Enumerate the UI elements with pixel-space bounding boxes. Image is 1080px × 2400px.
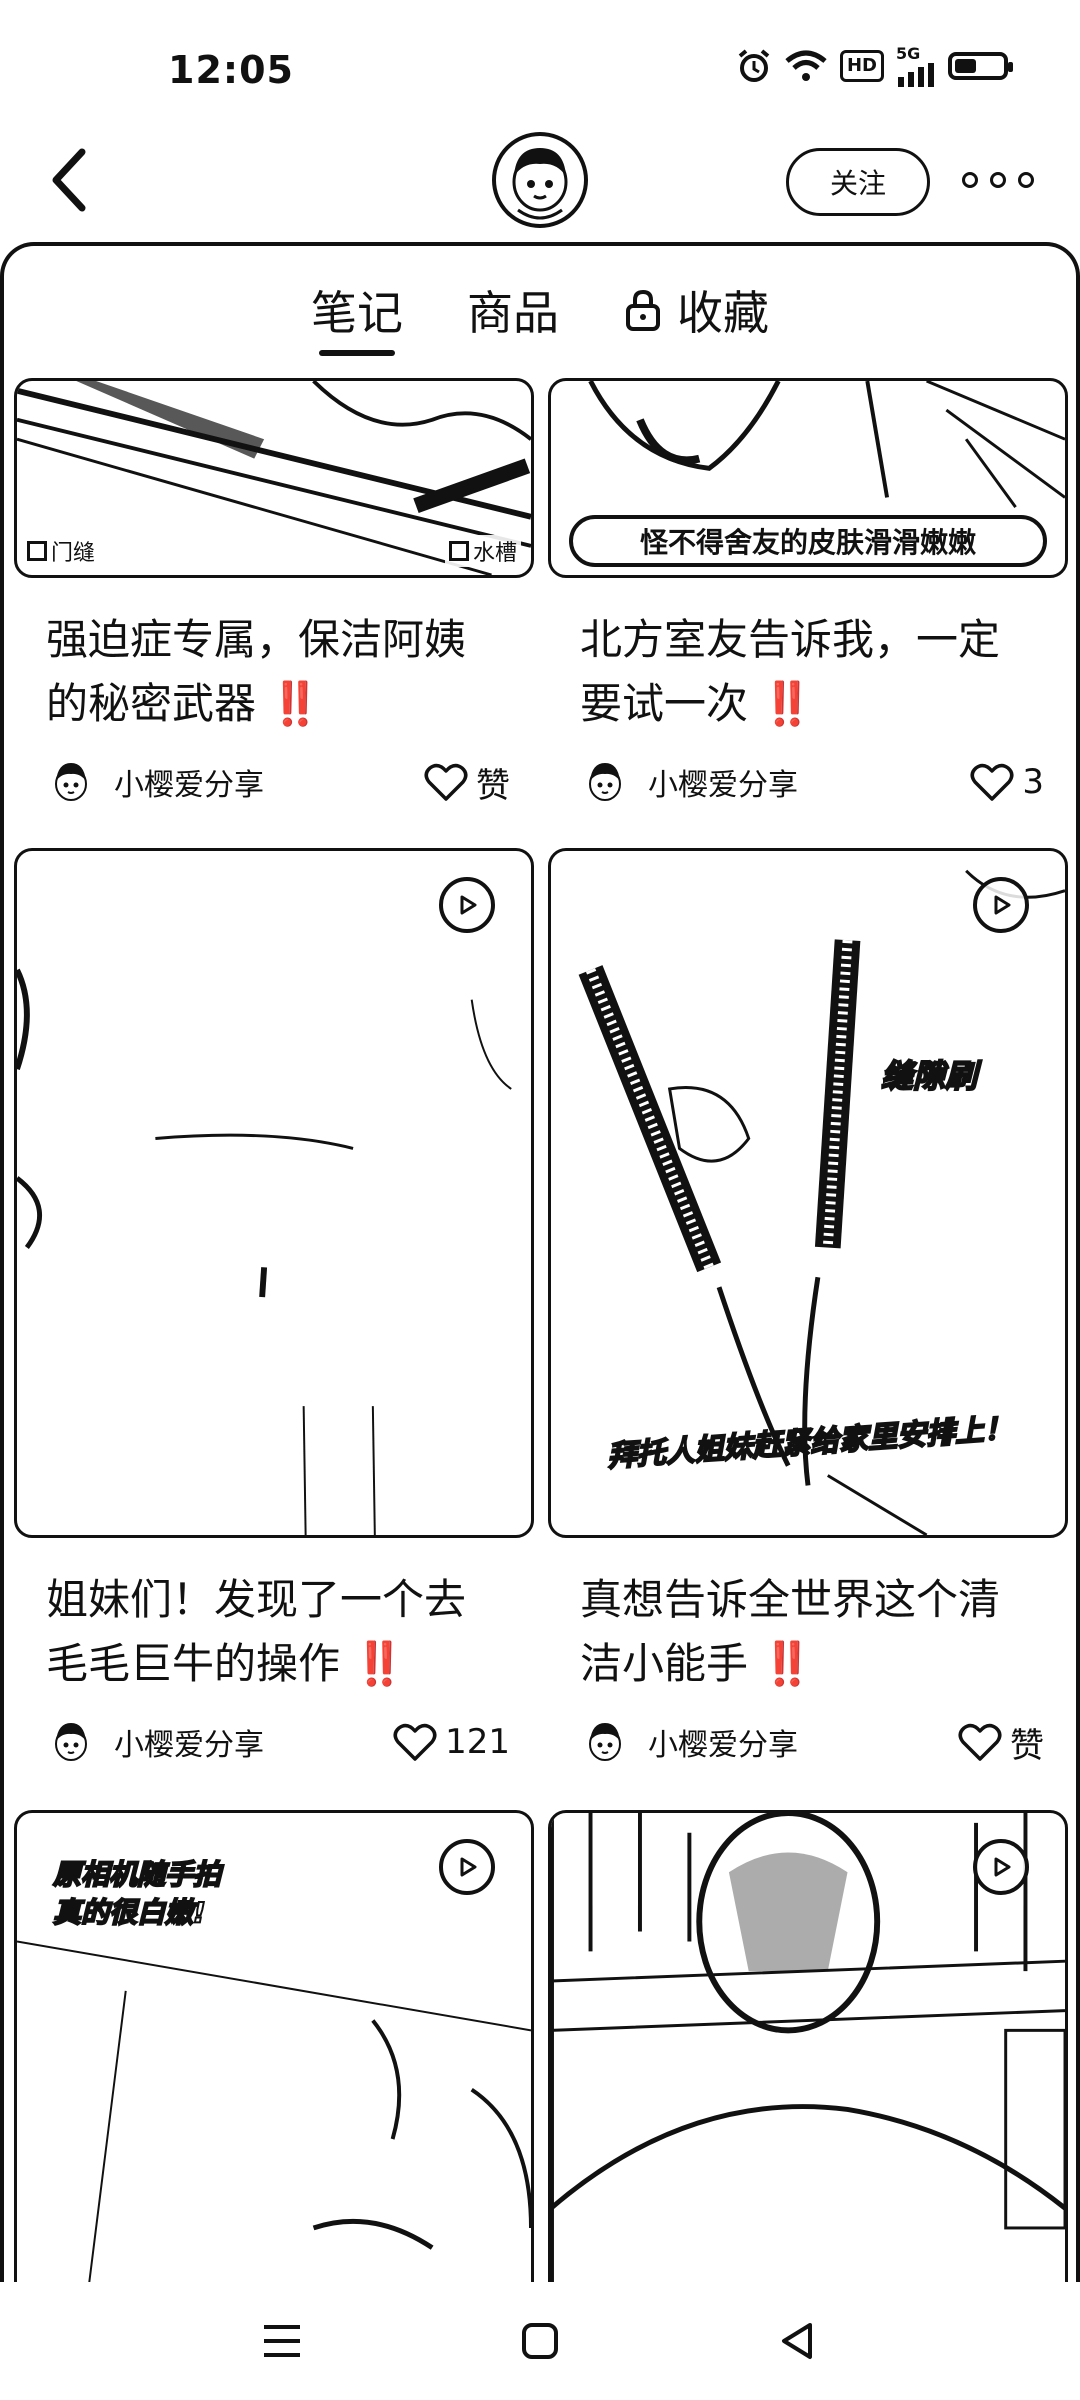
card-thumbnail[interactable] bbox=[548, 1810, 1068, 2310]
heart-icon bbox=[393, 1723, 437, 1761]
card-author[interactable]: 小樱爱分享 bbox=[46, 1717, 264, 1767]
thumbnail-caption: 缝隙刷 bbox=[880, 1056, 978, 1096]
tab-label: 商品 bbox=[467, 286, 559, 340]
card-thumbnail[interactable]: 原相机随手拍 真的很白嫩! bbox=[14, 1810, 534, 2310]
thumbnail-caption: 原相机随手拍 bbox=[52, 1857, 222, 1892]
tag-text: 门缝 bbox=[51, 541, 96, 566]
feed-card[interactable]: 缝隙刷 拜托人姐妹赶紧给家里安排上！ 真想告诉全世界这个清洁小能手 ‼️ 小樱爱… bbox=[548, 848, 1068, 1772]
card-meta: 小樱爱分享 3 bbox=[580, 752, 1044, 812]
tab-label: 收藏 bbox=[677, 286, 769, 340]
feed-card[interactable]: 门缝 水槽 强迫症专属，保洁阿姨的秘密武器 ‼️ 小樱爱分享 赞 bbox=[14, 378, 534, 812]
heart-icon bbox=[424, 763, 468, 801]
feed-card[interactable] bbox=[548, 1810, 1068, 2310]
like-count: 赞 bbox=[1010, 1725, 1044, 1766]
profile-tabs: 笔记 商品 收藏 bbox=[0, 270, 1080, 360]
card-title[interactable]: 强迫症专属，保洁阿姨的秘密武器 ‼️ bbox=[46, 608, 502, 736]
card-thumbnail[interactable]: 门缝 水槽 bbox=[14, 378, 534, 578]
author-name: 小樱爱分享 bbox=[648, 768, 798, 803]
system-navigation-bar bbox=[0, 2282, 1080, 2400]
card-author[interactable]: 小樱爱分享 bbox=[46, 757, 264, 807]
thumbnail-image bbox=[17, 968, 512, 1535]
lock-icon bbox=[626, 289, 660, 331]
card-meta: 小樱爱分享 赞 bbox=[580, 1712, 1044, 1772]
like-count: 3 bbox=[1022, 762, 1044, 802]
like-button[interactable]: 121 bbox=[393, 1722, 510, 1762]
like-count: 赞 bbox=[476, 765, 510, 806]
card-thumbnail[interactable]: 缝隙刷 拜托人姐妹赶紧给家里安排上！ bbox=[548, 848, 1068, 1538]
card-author[interactable]: 小樱爱分享 bbox=[580, 757, 798, 807]
author-avatar bbox=[580, 1717, 630, 1767]
alarm-icon bbox=[738, 48, 770, 82]
checkbox-icon bbox=[27, 541, 47, 561]
author-avatar bbox=[46, 1717, 96, 1767]
tab-label: 笔记 bbox=[311, 286, 403, 340]
more-dot bbox=[990, 172, 1006, 188]
home-button[interactable] bbox=[516, 2317, 564, 2365]
more-dot bbox=[962, 172, 978, 188]
back-button[interactable] bbox=[40, 140, 100, 220]
thumbnail-tag: 门缝 bbox=[23, 535, 100, 567]
chevron-left-icon bbox=[52, 148, 86, 212]
heart-icon bbox=[970, 763, 1014, 801]
card-thumbnail[interactable] bbox=[14, 848, 534, 1538]
feed-card[interactable]: 原相机随手拍 真的很白嫩! bbox=[14, 1810, 534, 2310]
wifi-icon bbox=[785, 50, 827, 81]
network-label: 5G bbox=[896, 44, 921, 63]
play-icon bbox=[439, 1839, 495, 1895]
card-title[interactable]: 姐妹们！发现了一个去毛毛巨牛的操作 ‼️ bbox=[46, 1568, 502, 1696]
card-meta: 小樱爱分享 121 bbox=[46, 1712, 510, 1772]
feed-card[interactable]: 姐妹们！发现了一个去毛毛巨牛的操作 ‼️ 小樱爱分享 121 bbox=[14, 848, 534, 1772]
tab-notes[interactable]: 笔记 bbox=[311, 270, 403, 356]
status-time: 12:05 bbox=[168, 48, 294, 92]
more-dot bbox=[1018, 172, 1034, 188]
tab-products[interactable]: 商品 bbox=[467, 270, 559, 350]
card-title[interactable]: 真想告诉全世界这个清洁小能手 ‼️ bbox=[580, 1568, 1036, 1696]
battery-icon bbox=[948, 51, 1013, 80]
checkbox-icon bbox=[448, 541, 469, 561]
home-icon bbox=[522, 2323, 558, 2359]
like-button[interactable]: 3 bbox=[970, 762, 1044, 802]
hd-icon: HD bbox=[839, 49, 884, 82]
author-name: 小樱爱分享 bbox=[114, 768, 264, 803]
card-author[interactable]: 小樱爱分享 bbox=[580, 1717, 798, 1767]
system-back-button[interactable] bbox=[774, 2317, 822, 2365]
profile-avatar[interactable] bbox=[492, 132, 588, 228]
tag-text: 水槽 bbox=[472, 541, 517, 566]
play-icon bbox=[973, 877, 1029, 933]
more-options-button[interactable] bbox=[962, 160, 1034, 200]
tab-favorites[interactable]: 收藏 bbox=[623, 270, 769, 350]
author-avatar bbox=[46, 757, 96, 807]
like-button[interactable]: 赞 bbox=[424, 758, 510, 807]
thumbnail-tag: 水槽 bbox=[444, 535, 521, 567]
play-icon bbox=[439, 877, 495, 933]
feed-card[interactable]: 怪不得舍友的皮肤滑滑嫩嫩 北方室友告诉我，一定要试一次 ‼️ 小樱爱分享 3 bbox=[548, 378, 1068, 812]
like-count: 121 bbox=[445, 1722, 510, 1762]
recent-apps-button[interactable] bbox=[258, 2317, 306, 2365]
follow-button[interactable]: 关注 bbox=[786, 148, 930, 216]
card-title[interactable]: 北方室友告诉我，一定要试一次 ‼️ bbox=[580, 608, 1036, 736]
author-avatar bbox=[580, 757, 630, 807]
card-thumbnail[interactable]: 怪不得舍友的皮肤滑滑嫩嫩 bbox=[548, 378, 1068, 578]
status-icons: HD 5G bbox=[736, 44, 1013, 87]
like-button[interactable]: 赞 bbox=[958, 1718, 1044, 1767]
author-name: 小樱爱分享 bbox=[648, 1728, 798, 1763]
back-icon bbox=[782, 2323, 812, 2359]
thumbnail-caption: 真的很白嫩! bbox=[52, 1895, 207, 1930]
author-name: 小樱爱分享 bbox=[114, 1728, 264, 1763]
signal-icon bbox=[898, 63, 934, 87]
heart-icon bbox=[958, 1723, 1002, 1761]
menu-icon bbox=[264, 2325, 300, 2357]
play-icon bbox=[973, 1839, 1029, 1895]
card-meta: 小樱爱分享 赞 bbox=[46, 752, 510, 812]
avatar-illustration bbox=[512, 148, 568, 220]
thumbnail-banner: 怪不得舍友的皮肤滑滑嫩嫩 bbox=[569, 515, 1047, 567]
